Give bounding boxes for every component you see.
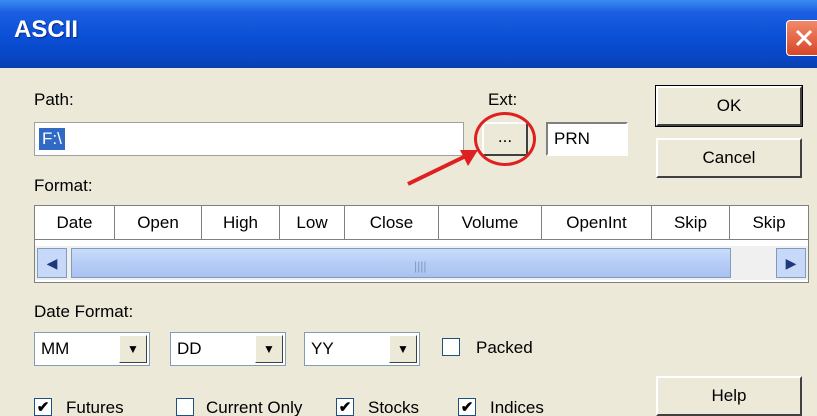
packed-label: Packed [476, 338, 533, 357]
format-label: Format: [34, 176, 93, 195]
horizontal-scrollbar[interactable]: ◀ |||| ▶ [35, 246, 808, 280]
year-format-select[interactable]: YY ▼ [304, 332, 420, 366]
scroll-left-button[interactable]: ◀ [37, 248, 67, 278]
path-input[interactable]: F:\ [34, 122, 464, 156]
packed-checkbox[interactable] [442, 338, 460, 356]
cancel-label: Cancel [702, 148, 756, 167]
date-format-label: Date Format: [34, 302, 134, 321]
column-header[interactable]: Skip [730, 206, 808, 240]
ext-input[interactable]: PRN [546, 122, 628, 156]
scrollbar-thumb[interactable]: |||| [71, 248, 731, 278]
ok-button[interactable]: OK [655, 85, 803, 127]
check-icon: ✔ [36, 398, 50, 416]
chevron-down-icon: ▼ [263, 342, 275, 356]
current-only-checkbox[interactable] [176, 398, 194, 416]
chevron-down-icon: ▼ [127, 342, 139, 356]
grip-icon: |||| [414, 259, 427, 273]
month-format-value: MM [41, 339, 70, 358]
month-dropdown-button[interactable]: ▼ [119, 335, 147, 363]
column-header[interactable]: Low [280, 206, 345, 240]
check-icon: ✔ [338, 398, 352, 416]
futures-label: Futures [66, 398, 124, 416]
futures-checkbox[interactable]: ✔ [34, 398, 52, 416]
column-header[interactable]: Open [115, 206, 202, 240]
stocks-label: Stocks [368, 398, 420, 416]
format-header-row: Date Open High Low Close Volume OpenInt … [35, 206, 808, 240]
stocks-checkbox[interactable]: ✔ [336, 398, 354, 416]
ascii-dialog: ASCII Path: F:\ ... Ext: PRN OK Cancel F… [0, 0, 817, 416]
chevron-left-icon: ◀ [46, 254, 58, 271]
column-header[interactable]: High [202, 206, 280, 240]
column-header[interactable]: Date [35, 206, 115, 240]
help-label: Help [711, 386, 747, 405]
scroll-right-button[interactable]: ▶ [776, 248, 806, 278]
red-arrow-icon [407, 150, 478, 186]
format-grid[interactable]: Date Open High Low Close Volume OpenInt … [34, 205, 809, 283]
check-icon: ✔ [460, 398, 474, 416]
cancel-button[interactable]: Cancel [656, 138, 802, 178]
column-header[interactable]: OpenInt [542, 206, 652, 240]
column-header[interactable]: Skip [652, 206, 730, 240]
year-format-value: YY [311, 339, 334, 358]
day-dropdown-button[interactable]: ▼ [255, 335, 283, 363]
indices-label: Indices [490, 398, 544, 416]
column-header[interactable]: Volume [439, 206, 542, 240]
path-value: F:\ [39, 128, 65, 150]
window-title: ASCII [14, 16, 79, 43]
close-icon [795, 29, 813, 47]
year-dropdown-button[interactable]: ▼ [389, 335, 417, 363]
ext-value: PRN [554, 129, 590, 148]
day-format-value: DD [177, 339, 202, 358]
chevron-right-icon: ▶ [785, 254, 797, 271]
ext-label: Ext: [488, 90, 518, 109]
path-label: Path: [34, 90, 74, 109]
title-bar[interactable]: ASCII [0, 0, 817, 68]
help-button[interactable]: Help [656, 376, 802, 416]
chevron-down-icon: ▼ [397, 342, 409, 356]
day-format-select[interactable]: DD ▼ [170, 332, 286, 366]
month-format-select[interactable]: MM ▼ [34, 332, 150, 366]
current-only-label: Current Only [206, 398, 303, 416]
ok-label: OK [716, 96, 742, 115]
indices-checkbox[interactable]: ✔ [458, 398, 476, 416]
column-header[interactable]: Close [345, 206, 439, 240]
close-button[interactable] [786, 20, 817, 56]
